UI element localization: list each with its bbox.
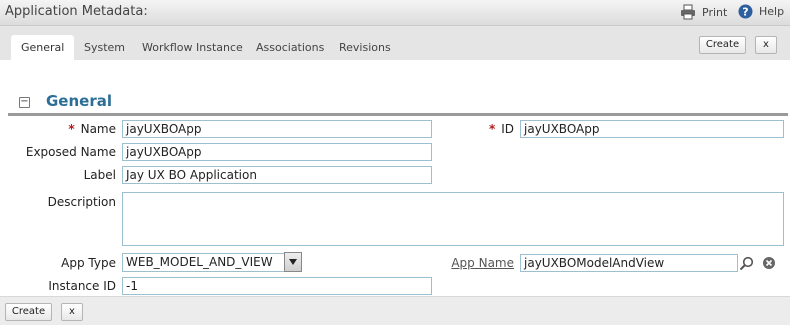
search-icon[interactable] (739, 256, 754, 271)
chevron-down-icon (289, 259, 297, 265)
help-icon: ? (738, 4, 753, 19)
id-label: * ID (488, 122, 514, 136)
help-button[interactable]: ? Help (738, 4, 784, 19)
app-name-field[interactable]: jayUXBOModelAndView (520, 254, 738, 272)
collapse-toggle-icon[interactable]: − (19, 97, 30, 108)
tab-bar: General System Workflow Instance Associa… (0, 26, 790, 60)
close-button-bottom[interactable]: x (61, 303, 83, 321)
tab-revisions[interactable]: Revisions (339, 41, 391, 54)
app-type-label: App Type (61, 256, 116, 270)
print-button[interactable]: Print (680, 4, 727, 20)
app-type-dropdown-button[interactable] (284, 252, 302, 272)
name-field[interactable]: jayUXBOApp (122, 120, 432, 138)
tab-system[interactable]: System (84, 41, 125, 54)
exposed-name-label: Exposed Name (25, 145, 116, 159)
title-bar: Application Metadata: Print ? Help (0, 0, 790, 26)
instance-id-label: Instance ID (48, 279, 116, 293)
footer-bar: Create x (0, 296, 790, 325)
description-label: Description (47, 195, 116, 209)
exposed-name-field[interactable]: jayUXBOApp (122, 143, 432, 161)
print-label: Print (702, 5, 728, 19)
label-field[interactable]: Jay UX BO Application (122, 166, 432, 184)
app-type-select[interactable]: WEB_MODEL_AND_VIEW (122, 253, 286, 272)
section-title: General (46, 92, 112, 110)
create-button-top[interactable]: Create (699, 36, 746, 54)
section-divider (8, 113, 788, 116)
app-name-label[interactable]: App Name (440, 256, 514, 270)
svg-text:?: ? (742, 6, 748, 19)
instance-id-field[interactable]: -1 (122, 277, 432, 295)
help-label: Help (759, 5, 785, 18)
app-name-link[interactable]: App Name (451, 256, 514, 270)
description-textarea[interactable] (122, 192, 784, 246)
printer-icon (681, 4, 695, 20)
clear-icon[interactable] (762, 256, 776, 270)
required-marker: * (68, 122, 75, 136)
tab-general[interactable]: General (11, 35, 75, 60)
tab-associations[interactable]: Associations (256, 41, 324, 54)
page-title: Application Metadata: (5, 4, 148, 19)
required-marker: * (488, 122, 496, 136)
close-button-top[interactable]: x (755, 36, 777, 54)
tab-workflow-instance[interactable]: Workflow Instance (142, 41, 243, 54)
id-field[interactable]: jayUXBOApp (520, 120, 784, 138)
name-label: * Name (68, 122, 116, 136)
label-label: Label (83, 168, 116, 182)
create-button-bottom[interactable]: Create (5, 303, 52, 321)
